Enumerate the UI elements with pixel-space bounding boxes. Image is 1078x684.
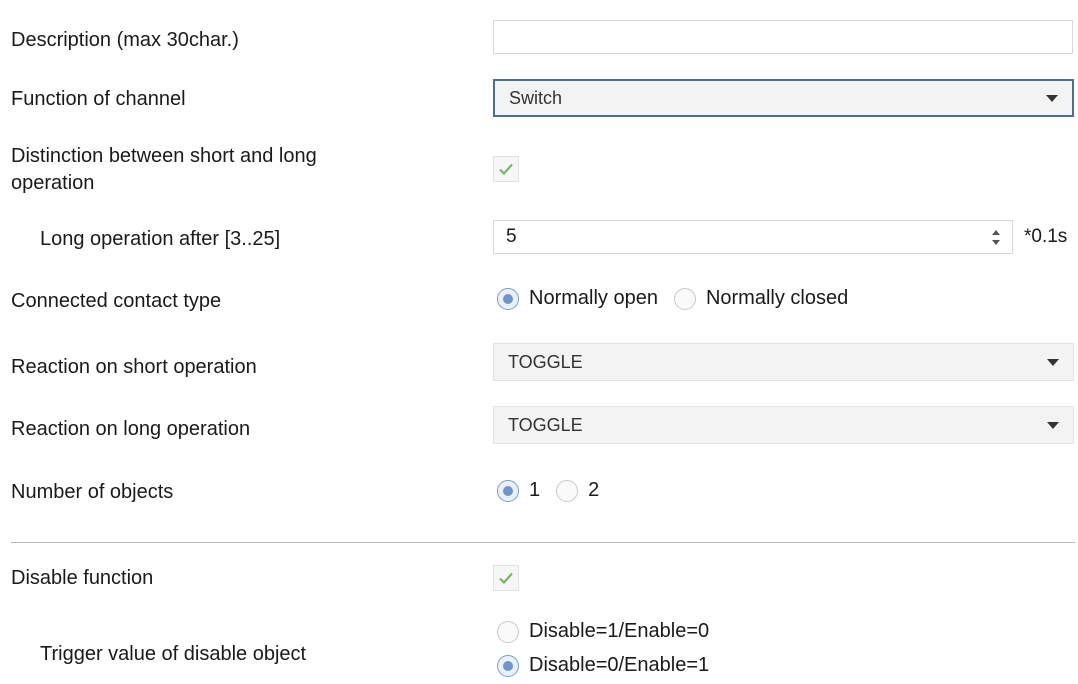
- disable-function-label: Disable function: [11, 567, 154, 589]
- long-operation-spinbox[interactable]: 5: [493, 220, 1013, 254]
- radio-disable1-enable0-label[interactable]: Disable=1/Enable=0: [529, 620, 709, 643]
- long-operation-value: 5: [506, 226, 517, 247]
- reaction-short-value: TOGGLE: [508, 351, 583, 372]
- radio-disable0-enable1[interactable]: [497, 654, 519, 677]
- chevron-down-icon: [1047, 421, 1059, 429]
- long-operation-unit: *0.1s: [1024, 226, 1068, 247]
- section-divider: [11, 542, 1075, 543]
- radio-objects-2[interactable]: [556, 479, 579, 502]
- function-of-channel-select[interactable]: Switch: [493, 79, 1074, 117]
- radio-objects-1-label[interactable]: 1: [529, 479, 540, 502]
- contact-type-label: Connected contact type: [11, 290, 222, 312]
- reaction-long-label: Reaction on long operation: [11, 418, 251, 440]
- number-of-objects-label: Number of objects: [11, 481, 174, 503]
- description-input[interactable]: [493, 20, 1073, 54]
- reaction-short-label: Reaction on short operation: [11, 356, 257, 378]
- checkmark-icon: [499, 572, 513, 585]
- chevron-down-icon: [1046, 94, 1058, 102]
- distinction-label-line1: Distinction between short and long: [11, 145, 317, 167]
- radio-disable0-enable1-label[interactable]: Disable=0/Enable=1: [529, 654, 709, 677]
- number-of-objects-radio-group: 1 2: [497, 479, 599, 502]
- chevron-down-icon: [1047, 358, 1059, 366]
- contact-type-radio-group: Normally open Normally closed: [497, 287, 848, 310]
- caret-down-icon[interactable]: [992, 239, 1000, 245]
- reaction-long-select[interactable]: TOGGLE: [493, 406, 1074, 444]
- caret-up-icon[interactable]: [992, 229, 1000, 235]
- reaction-short-select[interactable]: TOGGLE: [493, 343, 1074, 381]
- function-of-channel-value: Switch: [509, 87, 563, 108]
- checkmark-icon: [499, 163, 513, 176]
- radio-disable1-enable0[interactable]: [497, 620, 519, 643]
- trigger-option-1-row: Disable=1/Enable=0: [497, 620, 709, 643]
- distinction-checkbox[interactable]: [493, 156, 519, 182]
- radio-normally-closed[interactable]: [673, 287, 696, 310]
- description-label: Description (max 30char.): [11, 29, 239, 51]
- radio-normally-open-label[interactable]: Normally open: [529, 287, 658, 310]
- distinction-label-line2: operation: [11, 172, 95, 194]
- disable-function-checkbox[interactable]: [493, 565, 519, 591]
- function-of-channel-label: Function of channel: [11, 88, 186, 110]
- reaction-long-value: TOGGLE: [508, 414, 583, 435]
- radio-normally-closed-label[interactable]: Normally closed: [706, 287, 848, 310]
- long-operation-label: Long operation after [3..25]: [40, 228, 281, 250]
- trigger-value-label: Trigger value of disable object: [40, 643, 307, 665]
- radio-objects-1[interactable]: [497, 479, 519, 502]
- radio-normally-open[interactable]: [497, 287, 519, 310]
- trigger-option-2-row: Disable=0/Enable=1: [497, 654, 709, 677]
- radio-objects-2-label[interactable]: 2: [588, 479, 599, 502]
